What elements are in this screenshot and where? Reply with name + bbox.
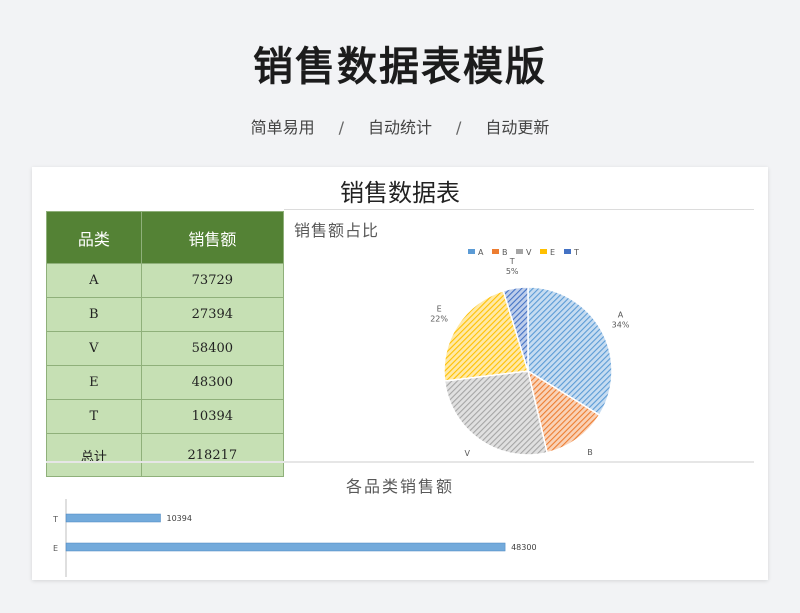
pie-chart: ABVETA34%B12%V27%E22%T5%	[430, 248, 630, 457]
legend-swatch-e	[540, 249, 547, 254]
pie-label-category: V	[464, 449, 470, 457]
subtitle: 简单易用 / 自动统计 / 自动更新	[0, 114, 800, 138]
cell-sales[interactable]: 27394	[140, 297, 285, 332]
bar-category-label: E	[53, 544, 58, 553]
pie-label-category: A	[618, 310, 624, 319]
bar-value-label: 10394	[166, 514, 191, 523]
pie-label-category: T	[509, 257, 515, 266]
bar-e[interactable]	[65, 542, 506, 552]
legend-label-t: T	[573, 248, 579, 257]
cell-sales[interactable]: 48300	[140, 365, 285, 400]
pie-label-percent: 34%	[612, 320, 630, 329]
table-total-row: 总计 218217	[46, 433, 285, 477]
cell-sales[interactable]: 10394	[140, 399, 285, 434]
sheet-title-underline	[284, 209, 754, 210]
pie-label-category: E	[437, 304, 442, 313]
legend-label-e: E	[550, 248, 555, 257]
subtitle-item-auto-update: 自动更新	[485, 118, 550, 137]
pie-label-percent: 22%	[430, 314, 448, 323]
bar-chart-title: 各品类销售额	[345, 477, 454, 496]
sheet-title: 销售数据表	[340, 179, 460, 207]
table-header-row: 品类 销售额	[46, 211, 285, 264]
legend-swatch-t	[564, 249, 571, 254]
bar-t[interactable]	[65, 513, 161, 523]
legend-label-b: B	[502, 248, 508, 257]
cell-total-label[interactable]: 总计	[46, 433, 142, 477]
table-row: V 58400	[46, 331, 285, 366]
legend-swatch-b	[492, 249, 499, 254]
cell-sales[interactable]: 73729	[140, 263, 285, 298]
header-sales: 销售额	[140, 211, 285, 264]
cell-category[interactable]: E	[46, 365, 142, 400]
table-row: T 10394	[46, 399, 285, 434]
cell-total-value[interactable]: 218217	[140, 433, 285, 477]
spreadsheet-preview: 销售数据表 品类 销售额 A 73729 B 27394 V 58400 E 4…	[32, 167, 768, 580]
cell-category[interactable]: A	[46, 263, 142, 298]
pie-label-percent: 5%	[506, 267, 519, 276]
table-row: E 48300	[46, 365, 285, 400]
bar-category-label: T	[52, 515, 58, 524]
pie-chart-title: 销售额占比	[294, 221, 380, 240]
cell-category[interactable]: T	[46, 399, 142, 434]
legend-label-a: A	[478, 248, 484, 257]
subtitle-item-auto-stats: 自动统计	[367, 118, 432, 137]
table-row: B 27394	[46, 297, 285, 332]
bar-value-label: 48300	[511, 543, 536, 552]
legend-swatch-a	[468, 249, 475, 254]
header-category: 品类	[46, 211, 142, 264]
cell-sales[interactable]: 58400	[140, 331, 285, 366]
legend-swatch-v	[516, 249, 523, 254]
pie-label-category: B	[587, 448, 593, 457]
chart-divider	[46, 461, 754, 463]
subtitle-item-easy: 简单易用	[250, 118, 315, 137]
subtitle-separator: /	[456, 118, 462, 137]
cell-category[interactable]: V	[46, 331, 142, 366]
table-row: A 73729	[46, 263, 285, 298]
bar-chart: T 10394 E 48300	[52, 499, 537, 577]
page-title: 销售数据表模版	[253, 44, 547, 90]
legend-label-v: V	[526, 248, 532, 257]
cell-category[interactable]: B	[46, 297, 142, 332]
subtitle-separator: /	[338, 118, 344, 137]
sales-table: 品类 销售额 A 73729 B 27394 V 58400 E 48300 T	[46, 211, 285, 477]
